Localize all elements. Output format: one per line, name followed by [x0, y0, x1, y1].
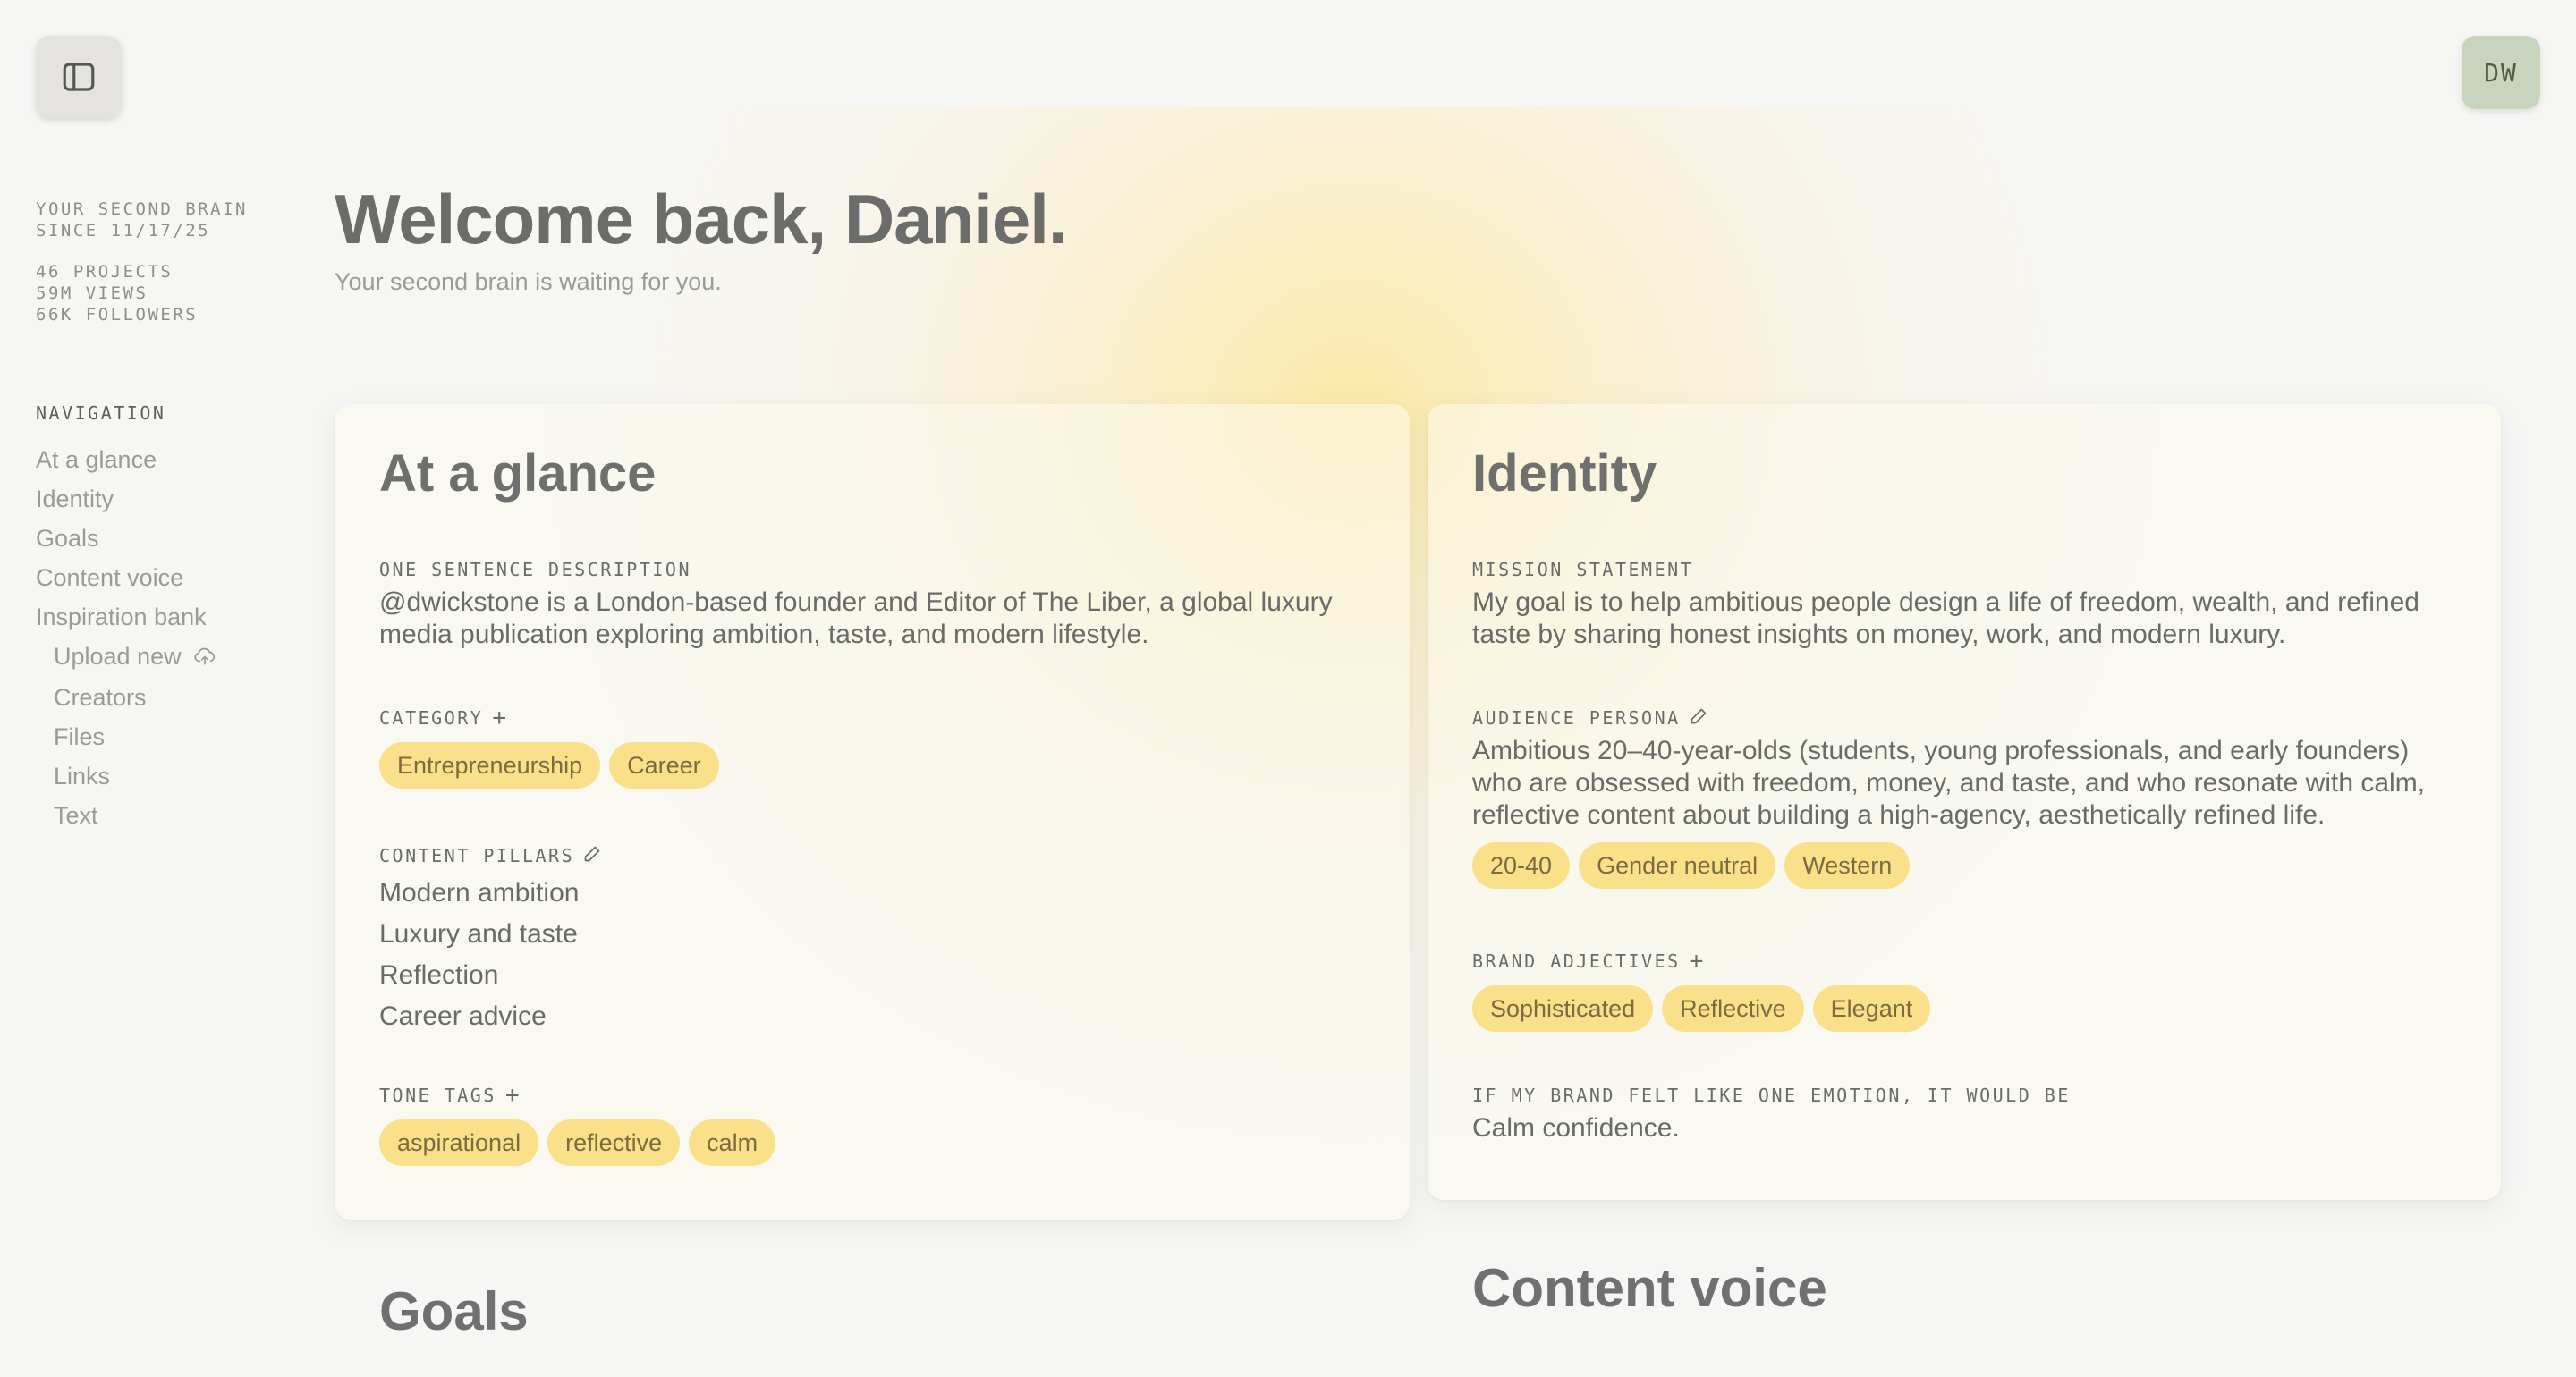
adjective-tags: Sophisticated Reflective Elegant [1472, 985, 2438, 1032]
content-pillars-field: CONTENT PILLARS Modern ambition Luxury a… [379, 844, 1345, 1037]
description-text[interactable]: @dwickstone is a London-based founder an… [379, 587, 1345, 651]
nav-item-at-a-glance[interactable]: At a glance [36, 440, 286, 479]
persona-text[interactable]: Ambitious 20–40-year-olds (students, you… [1472, 735, 2438, 832]
nav-item-text[interactable]: Text [36, 796, 286, 835]
nav-item-links[interactable]: Links [36, 756, 286, 796]
views-count: 59M VIEWS [36, 283, 148, 303]
followers-count: 66K FOLLOWERS [36, 305, 199, 325]
projects-count: 46 PROJECTS [36, 262, 174, 282]
audience-persona-field: AUDIENCE PERSONA Ambitious 20–40-year-ol… [1472, 706, 2438, 889]
nav-item-goals[interactable]: Goals [36, 519, 286, 558]
field-label: CONTENT PILLARS [379, 844, 1345, 867]
adjective-tag[interactable]: Elegant [1812, 985, 1931, 1032]
persona-tag[interactable]: 20-40 [1472, 842, 1571, 889]
edit-persona-icon[interactable] [1690, 707, 1707, 730]
pillar-item: Luxury and taste [379, 919, 578, 949]
nav-item-content-voice[interactable]: Content voice [36, 558, 286, 597]
since-date: SINCE 11/17/25 [36, 221, 211, 241]
content-voice-section-title: Content voice [1472, 1258, 1827, 1318]
sidebar: YOUR SECOND BRAIN SINCE 11/17/25 46 PROJ… [36, 199, 286, 835]
category-tags: Entrepreneurship Career [379, 742, 1345, 789]
description-field: ONE SENTENCE DESCRIPTION @dwickstone is … [379, 558, 1345, 651]
add-category-icon[interactable]: + [492, 706, 508, 730]
tagline-line: YOUR SECOND BRAIN [36, 199, 248, 219]
identity-card: Identity MISSION STATEMENT My goal is to… [1428, 404, 2501, 1200]
tone-tag[interactable]: aspirational [379, 1119, 539, 1166]
persona-tags: 20-40 Gender neutral Western [1472, 842, 2438, 889]
pillar-item: Modern ambition [379, 878, 580, 908]
page-title: Welcome back, Daniel. [335, 180, 1068, 258]
nav-item-files[interactable]: Files [36, 717, 286, 756]
card-title: At a glance [379, 444, 657, 503]
category-tag[interactable]: Entrepreneurship [379, 742, 601, 789]
mission-field: MISSION STATEMENT My goal is to help amb… [1472, 558, 2438, 651]
brain-since: YOUR SECOND BRAIN SINCE 11/17/25 [36, 199, 286, 241]
nav-item-upload-new[interactable]: Upload new [36, 637, 286, 678]
nav-item-identity[interactable]: Identity [36, 479, 286, 519]
pillar-item: Career advice [379, 1001, 547, 1031]
field-label: IF MY BRAND FELT LIKE ONE EMOTION, IT WO… [1472, 1085, 2071, 1106]
category-field: CATEGORY + Entrepreneurship Career [379, 706, 1345, 789]
stats-block: 46 PROJECTS 59M VIEWS 66K FOLLOWERS [36, 261, 286, 325]
nav-item-inspiration-bank[interactable]: Inspiration bank [36, 597, 286, 637]
category-tag[interactable]: Career [609, 742, 719, 789]
nav-item-creators[interactable]: Creators [36, 678, 286, 717]
pillar-item: Reflection [379, 960, 499, 990]
mission-text[interactable]: My goal is to help ambitious people desi… [1472, 587, 2438, 651]
at-a-glance-card: At a glance ONE SENTENCE DESCRIPTION @dw… [335, 404, 1410, 1220]
tone-tags-field: TONE TAGS + aspirational reflective calm [379, 1084, 1345, 1166]
tone-tags: aspirational reflective calm [379, 1119, 1345, 1166]
add-adjective-icon[interactable]: + [1690, 950, 1706, 973]
sidebar-toggle-button[interactable] [36, 36, 122, 118]
page-subtitle: Your second brain is waiting for you. [335, 268, 722, 295]
edit-pillars-icon[interactable] [583, 845, 601, 867]
tone-tag[interactable]: reflective [547, 1119, 681, 1166]
card-title: Identity [1472, 444, 1657, 503]
field-label: TONE TAGS + [379, 1082, 522, 1109]
field-label: CATEGORY + [379, 705, 509, 731]
emotion-text[interactable]: Calm confidence. [1472, 1112, 2438, 1145]
user-avatar[interactable]: DW [2462, 36, 2540, 109]
persona-tag[interactable]: Gender neutral [1579, 842, 1776, 889]
brand-adjectives-field: BRAND ADJECTIVES + Sophisticated Reflect… [1472, 950, 2438, 1032]
adjective-tag[interactable]: Reflective [1662, 985, 1804, 1032]
brand-emotion-field: IF MY BRAND FELT LIKE ONE EMOTION, IT WO… [1472, 1084, 2438, 1145]
persona-tag[interactable]: Western [1784, 842, 1911, 889]
nav-list: At a glance Identity Goals Content voice… [36, 440, 286, 835]
tone-tag[interactable]: calm [689, 1119, 776, 1166]
upload-cloud-icon [193, 638, 216, 678]
goals-section-title: Goals [379, 1281, 529, 1341]
field-label: ONE SENTENCE DESCRIPTION [379, 559, 691, 580]
adjective-tag[interactable]: Sophisticated [1472, 985, 1654, 1032]
nav-heading: NAVIGATION [36, 402, 166, 424]
pillars-list: Modern ambition Luxury and taste Reflect… [379, 873, 1345, 1037]
nav-item-label: Upload new [54, 643, 182, 670]
add-tone-icon[interactable]: + [505, 1084, 521, 1107]
field-label: AUDIENCE PERSONA [1472, 706, 2438, 730]
field-label: MISSION STATEMENT [1472, 559, 1694, 580]
field-label: BRAND ADJECTIVES + [1472, 948, 1706, 975]
sidebar-panel-icon [63, 63, 95, 91]
